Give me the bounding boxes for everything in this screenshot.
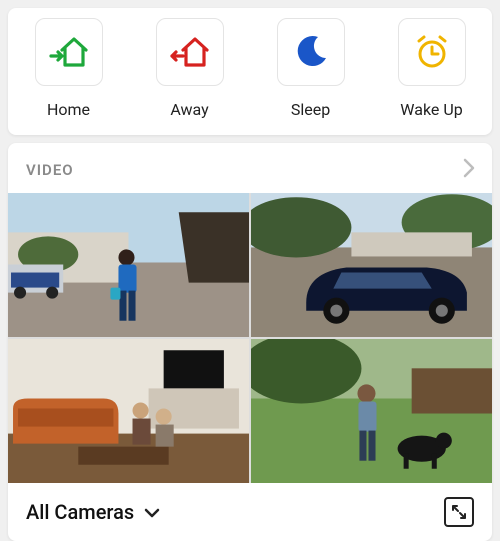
video-grid [8, 193, 492, 483]
camera-selector-label: All Cameras [26, 500, 134, 524]
house-out-icon [156, 18, 224, 86]
moon-icon [277, 18, 345, 86]
camera-selector[interactable]: All Cameras [26, 500, 160, 524]
mode-label: Away [170, 100, 208, 119]
mode-label: Wake Up [400, 100, 462, 119]
mode-home[interactable]: Home [14, 18, 124, 119]
video-card: VIDEO [8, 143, 492, 541]
expand-icon [451, 504, 467, 520]
alarm-icon [398, 18, 466, 86]
mode-sleep[interactable]: Sleep [256, 18, 366, 119]
mode-label: Sleep [291, 100, 330, 119]
video-section-title: VIDEO [26, 161, 74, 179]
camera-thumb-3[interactable] [8, 339, 249, 483]
mode-away[interactable]: Away [135, 18, 245, 119]
video-footer: All Cameras [8, 483, 492, 541]
camera-thumb-2[interactable] [251, 193, 492, 337]
mode-label: Home [47, 100, 90, 119]
mode-wakeup[interactable]: Wake Up [377, 18, 487, 119]
house-in-icon [35, 18, 103, 86]
modes-row: Home Away Sleep [8, 18, 492, 119]
video-header[interactable]: VIDEO [8, 143, 492, 193]
chevron-down-icon [144, 500, 160, 524]
camera-thumb-1[interactable] [8, 193, 249, 337]
chevron-right-icon [460, 157, 478, 183]
modes-card: Home Away Sleep [8, 8, 492, 135]
expand-button[interactable] [444, 497, 474, 527]
camera-thumb-4[interactable] [251, 339, 492, 483]
